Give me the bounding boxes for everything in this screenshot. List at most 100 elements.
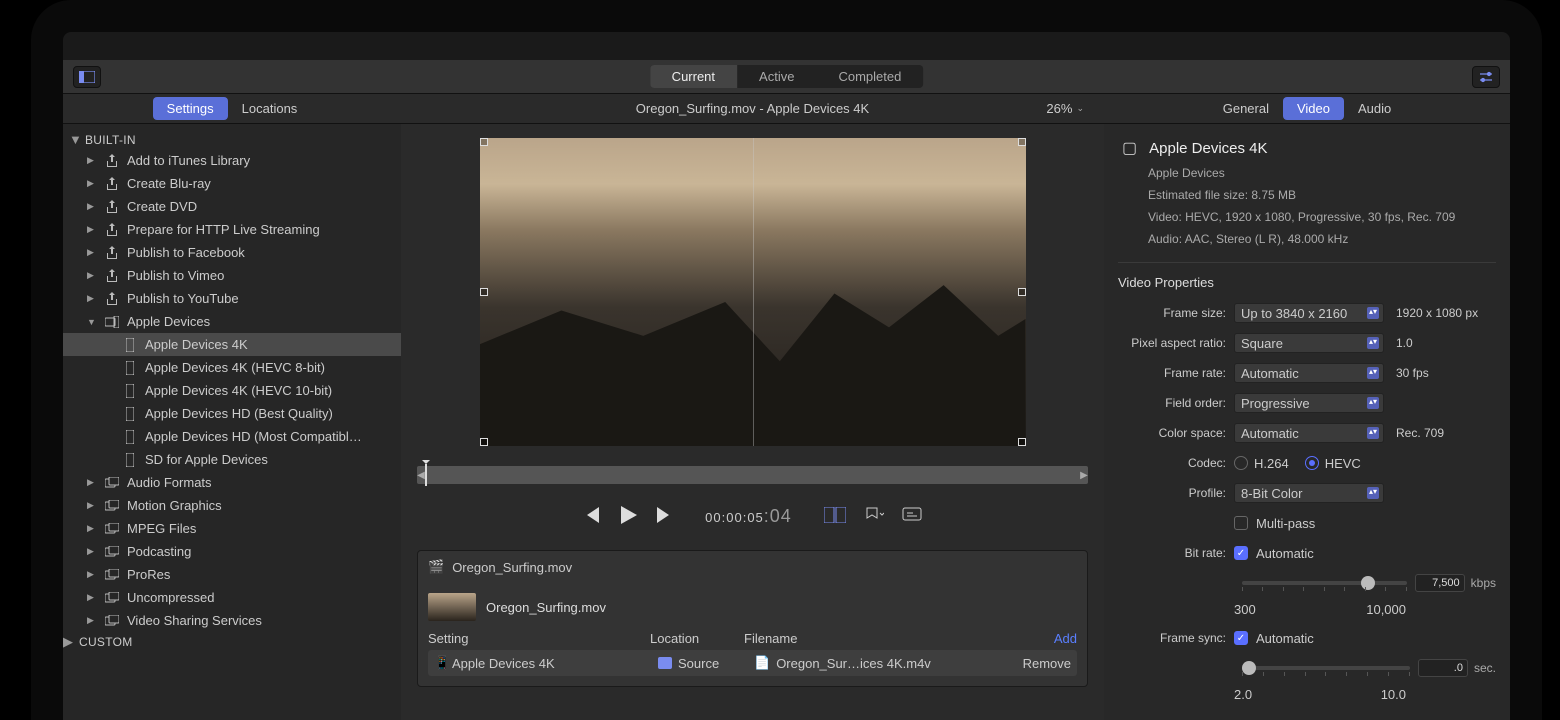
codec-h264-radio[interactable]: H.264	[1234, 456, 1289, 471]
profile-select[interactable]: 8-Bit Color▴▾	[1234, 483, 1384, 503]
preset-group[interactable]: ▶ProRes	[63, 563, 401, 586]
field-order-select: Progressive▴▾	[1234, 393, 1384, 413]
phone-icon	[123, 384, 137, 398]
color-space-label: Color space:	[1118, 426, 1234, 440]
frame-sync-slider[interactable]	[1242, 666, 1410, 670]
job-name: Oregon_Surfing.mov	[486, 600, 606, 615]
preset-sub-item[interactable]: Apple Devices 4K (HEVC 10-bit)	[63, 379, 401, 402]
preset-sub-item[interactable]: Apple Devices HD (Most Compatibl…	[63, 425, 401, 448]
preset-group[interactable]: ▶Motion Graphics	[63, 494, 401, 517]
timecode: 00:00:05:04	[705, 501, 792, 529]
preset-box-icon	[105, 546, 119, 558]
job-row[interactable]: 📱 Apple Devices 4K Source 📄 Oregon_Sur…i…	[428, 650, 1077, 676]
col-setting: Setting	[428, 631, 650, 646]
frame-sync-unit: sec.	[1474, 661, 1496, 675]
bitrate-min: 300	[1234, 602, 1256, 617]
preset-item[interactable]: ▶Create Blu-ray	[63, 172, 401, 195]
frame-sync-label: Frame sync:	[1118, 631, 1234, 645]
multipass-label: Multi-pass	[1256, 516, 1315, 531]
tab-settings[interactable]: Settings	[153, 97, 228, 120]
preset-item[interactable]: ▶Publish to Vimeo	[63, 264, 401, 287]
tab-locations[interactable]: Locations	[228, 97, 312, 120]
device-icon: 📱	[434, 655, 446, 671]
inspector-toggle-button[interactable]	[1472, 66, 1500, 88]
frame-size-select[interactable]: Up to 3840 x 2160▴▾	[1234, 303, 1384, 323]
tab-completed[interactable]: Completed	[816, 65, 923, 88]
prev-button[interactable]	[583, 507, 601, 523]
color-space-select[interactable]: Automatic▴▾	[1234, 423, 1384, 443]
play-button[interactable]	[619, 506, 637, 524]
devices-icon	[105, 316, 119, 328]
par-label: Pixel aspect ratio:	[1118, 336, 1234, 350]
par-select: Square▴▾	[1234, 333, 1384, 353]
preset-item[interactable]: ▶Publish to Facebook	[63, 241, 401, 264]
preset-item[interactable]: ▶Publish to YouTube	[63, 287, 401, 310]
video-canvas[interactable]	[480, 138, 1026, 446]
phone-icon	[123, 453, 137, 467]
frame-sync-min: 2.0	[1234, 687, 1252, 702]
preset-sub-item[interactable]: Apple Devices 4K (HEVC 8-bit)	[63, 356, 401, 379]
remove-button[interactable]: Remove	[1023, 656, 1071, 671]
codec-hevc-radio[interactable]: HEVC	[1305, 456, 1361, 471]
add-button[interactable]: Add	[1054, 631, 1077, 646]
preset-item[interactable]: ▶Prepare for HTTP Live Streaming	[63, 218, 401, 241]
multipass-checkbox[interactable]	[1234, 516, 1248, 530]
group-builtin[interactable]: ▼BUILT-IN	[63, 130, 401, 149]
section-title: Video Properties	[1118, 275, 1496, 290]
tab-general[interactable]: General	[1209, 97, 1283, 120]
frame-size-label: Frame size:	[1118, 306, 1234, 320]
share-icon	[105, 200, 119, 214]
phone-icon	[123, 338, 137, 352]
next-button[interactable]	[655, 507, 673, 523]
tab-active[interactable]: Active	[737, 65, 816, 88]
share-icon	[105, 269, 119, 283]
preset-sub-item[interactable]: Apple Devices HD (Best Quality)	[63, 402, 401, 425]
preset-item[interactable]: ▶Create DVD	[63, 195, 401, 218]
bitrate-slider[interactable]	[1242, 581, 1407, 585]
preset-sub-item[interactable]: SD for Apple Devices	[63, 448, 401, 471]
caption-button[interactable]	[902, 507, 922, 523]
bitrate-value[interactable]: 7,500	[1415, 574, 1465, 592]
codec-label: Codec:	[1118, 456, 1234, 470]
preset-group[interactable]: ▶Video Sharing Services	[63, 609, 401, 632]
preset-apple-devices[interactable]: ▼Apple Devices	[63, 310, 401, 333]
scrubber[interactable]: ◀ ▶	[417, 466, 1088, 484]
tab-audio[interactable]: Audio	[1344, 97, 1405, 120]
frame-rate-label: Frame rate:	[1118, 366, 1234, 380]
zoom-dropdown[interactable]: 26%⌄	[1046, 101, 1084, 116]
share-icon	[105, 292, 119, 306]
frame-sync-value[interactable]: .0	[1418, 659, 1468, 677]
compare-button[interactable]	[824, 507, 846, 523]
frame-rate-select[interactable]: Automatic▴▾	[1234, 363, 1384, 383]
queue-tabs: Current Active Completed	[650, 65, 924, 88]
preset-group[interactable]: ▶MPEG Files	[63, 517, 401, 540]
preset-box-icon	[105, 477, 119, 489]
frame-sync-auto-checkbox[interactable]	[1234, 631, 1248, 645]
preset-sub-item[interactable]: Apple Devices 4K	[63, 333, 401, 356]
inspector-subtitle: Apple Devices	[1148, 166, 1492, 180]
color-space-note: Rec. 709	[1396, 426, 1444, 440]
tab-current[interactable]: Current	[650, 65, 737, 88]
transport-controls: 00:00:05:04	[417, 498, 1088, 532]
frame-size-note: 1920 x 1080 px	[1396, 306, 1478, 320]
tab-video[interactable]: Video	[1283, 97, 1344, 120]
preset-group[interactable]: ▶Audio Formats	[63, 471, 401, 494]
col-location: Location	[650, 631, 744, 646]
profile-label: Profile:	[1118, 486, 1234, 500]
preset-group[interactable]: ▶Uncompressed	[63, 586, 401, 609]
video-summary: Video: HEVC, 1920 x 1080, Progressive, 3…	[1148, 208, 1492, 226]
bitrate-label: Bit rate:	[1118, 546, 1234, 560]
preset-box-icon	[105, 569, 119, 581]
settings-sidebar: ▼BUILT-IN▶Add to iTunes Library▶Create B…	[63, 124, 401, 720]
estimated-size: Estimated file size: 8.75 MB	[1148, 186, 1492, 204]
col-filename: Filename	[744, 631, 1054, 646]
preset-box-icon	[105, 500, 119, 512]
group-custom[interactable]: ▶CUSTOM	[63, 632, 401, 652]
marker-dropdown[interactable]	[864, 507, 884, 523]
preset-group[interactable]: ▶Podcasting	[63, 540, 401, 563]
preset-item[interactable]: ▶Add to iTunes Library	[63, 149, 401, 172]
sidebar-toggle-button[interactable]	[73, 66, 101, 88]
job-thumbnail	[428, 593, 476, 621]
bitrate-auto-checkbox[interactable]	[1234, 546, 1248, 560]
folder-icon	[658, 657, 672, 669]
